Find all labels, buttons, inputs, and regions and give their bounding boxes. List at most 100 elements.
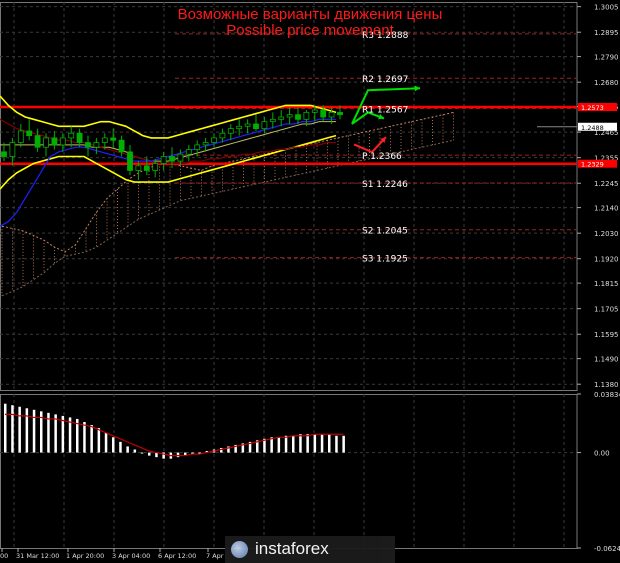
- candle-down: [85, 142, 91, 148]
- candle-down: [1, 151, 7, 157]
- y-tick-label: 1.2680: [594, 79, 619, 87]
- x-tick-label: 6 Apr 12:00: [158, 552, 196, 560]
- osc-bar: [270, 437, 273, 453]
- candle-up: [202, 142, 209, 146]
- forecast-arrows: [351, 85, 421, 154]
- osc-bar: [133, 449, 137, 453]
- candle-down: [127, 151, 133, 171]
- globe-icon: [231, 541, 248, 558]
- candle-down: [51, 137, 58, 146]
- candle-up: [303, 111, 310, 120]
- osc-bar: [119, 441, 122, 453]
- candle-up: [236, 125, 243, 130]
- y-tick-label: 1.1595: [594, 331, 619, 339]
- y-tick-label: 1.2030: [594, 230, 619, 238]
- candle-up: [17, 130, 24, 143]
- candle-up: [59, 137, 66, 146]
- candle-up: [194, 144, 201, 150]
- time-axis: 00 31 Mar 12:00 1 Apr 20:00 3 Apr 04:00 6 Ap…: [0, 548, 224, 560]
- key-level-tag-label: 1.2329: [581, 161, 604, 169]
- osc-y-tick-label: -0.06247: [594, 545, 620, 553]
- osc-bar: [277, 437, 281, 453]
- osc-bar: [83, 422, 86, 453]
- osc-bar: [90, 425, 93, 453]
- pivot-label-s3: S3 1.1925: [362, 255, 408, 265]
- level-labels: R3 1.2888R2 1.2697R1 1.2567P 1.2366S1 1.…: [362, 31, 409, 265]
- candle-down: [169, 156, 175, 162]
- candle-down: [320, 109, 327, 118]
- pivot-label-r2: R2 1.2697: [362, 75, 408, 85]
- candle-down: [110, 137, 117, 141]
- y-tick-label: 1.1920: [594, 256, 619, 264]
- candle-up: [160, 156, 167, 164]
- y-tick-label: 1.2245: [594, 180, 619, 188]
- candle-up: [135, 165, 142, 171]
- candle-up: [278, 116, 285, 120]
- candle-up: [101, 137, 108, 143]
- candle-down: [118, 139, 125, 153]
- x-tick-label: 00: [0, 552, 8, 560]
- candle-up: [9, 142, 16, 157]
- title-russian: Возможные варианты движения цены: [177, 6, 443, 23]
- brand-name: instaforex: [255, 539, 329, 558]
- osc-bar: [97, 428, 101, 453]
- price-axis: 1.30051.28951.27901.26801.25751.24651.23…: [577, 4, 619, 389]
- candle-up: [219, 132, 226, 139]
- x-tick-label: 31 Mar 12:00: [16, 552, 59, 560]
- candle-up: [261, 121, 268, 130]
- candle-up: [185, 149, 192, 155]
- osc-bar: [18, 406, 21, 453]
- candle-up: [43, 137, 49, 148]
- candle-up: [269, 118, 276, 123]
- moving-average-blue: [0, 118, 336, 227]
- osc-bar: [320, 434, 324, 453]
- title-english: Possible price movement: [226, 22, 394, 39]
- osc-bar: [61, 415, 65, 453]
- oscillator-frame: [0, 394, 578, 549]
- osc-bar: [11, 405, 14, 453]
- osc-bar: [292, 435, 295, 453]
- brand-badge[interactable]: instaforex: [225, 536, 395, 563]
- x-tick-label: 7 Apr: [206, 552, 224, 560]
- osc-bar: [140, 452, 144, 454]
- osc-bar: [32, 409, 36, 453]
- candle-up: [177, 153, 184, 162]
- osc-bar: [4, 403, 7, 453]
- pivot-label-p: P 1.2366: [362, 152, 402, 162]
- osc-bar: [126, 446, 129, 453]
- osc-bar: [342, 435, 345, 453]
- osc-y-tick-label: 0.03834: [594, 391, 620, 399]
- key-level-tag-label: 1.2573: [581, 104, 604, 112]
- osc-y-tick-label: 0.00: [594, 450, 610, 458]
- osc-bar: [313, 434, 317, 453]
- candle-up: [286, 114, 293, 118]
- candle-up: [311, 109, 318, 113]
- candle-up: [227, 128, 234, 134]
- osc-bar: [335, 435, 338, 453]
- osc-bar: [148, 452, 151, 456]
- candle-down: [253, 123, 259, 130]
- y-tick-label: 1.1380: [594, 381, 619, 389]
- green-arrow-up-head: [414, 85, 420, 92]
- x-tick-label: 1 Apr 20:00: [66, 552, 104, 560]
- y-tick-label: 1.2790: [594, 54, 619, 62]
- grid: [0, 2, 578, 391]
- candle-down: [26, 130, 33, 136]
- candle-down: [295, 114, 301, 120]
- candle-up: [328, 111, 335, 118]
- osc-bar: [299, 434, 302, 453]
- candle-up: [93, 142, 100, 148]
- osc-bar: [284, 435, 288, 453]
- current-price-label: 1.2488: [581, 124, 604, 132]
- osc-bar: [176, 452, 180, 458]
- candle-up: [152, 163, 159, 171]
- osc-bar: [306, 434, 309, 453]
- osc-bar: [104, 432, 108, 453]
- pivot-label-s1: S1 1.2246: [362, 180, 408, 190]
- main-frame: [0, 2, 578, 391]
- y-tick-label: 1.1815: [594, 280, 619, 288]
- candle-down: [34, 135, 41, 148]
- price-series: [0, 95, 337, 227]
- bollinger-mid: [0, 121, 336, 162]
- candles: [1, 105, 343, 180]
